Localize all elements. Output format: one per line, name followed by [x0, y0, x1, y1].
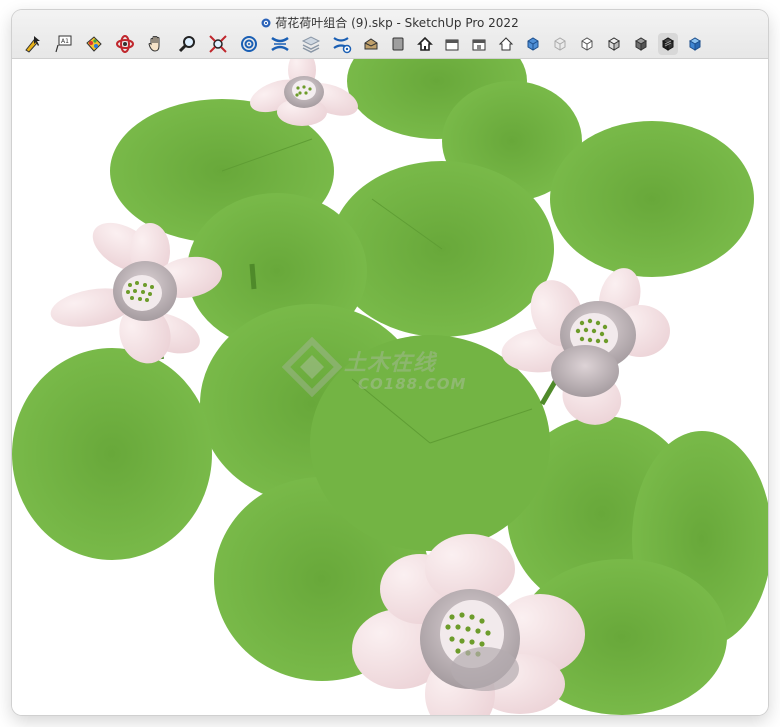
monochrome-style[interactable]: [658, 33, 678, 55]
hand-icon: [148, 36, 160, 52]
xray-cube-icon: [527, 37, 539, 51]
iso-view[interactable]: [361, 33, 381, 55]
hidden-line-cube-icon: [581, 37, 593, 51]
lily-pad: [550, 121, 754, 277]
back-view[interactable]: [469, 33, 489, 55]
watermark-logo-icon: [282, 337, 342, 397]
text-tool[interactable]: A1: [51, 33, 75, 55]
iso-house-icon: [364, 38, 378, 50]
section-settings-tool[interactable]: [330, 33, 354, 55]
paint-bucket-tool[interactable]: [82, 33, 106, 55]
top-view-icon: [392, 37, 404, 51]
layers-tool[interactable]: [299, 33, 323, 55]
skp-file-icon: [261, 18, 271, 28]
layers-icon: [301, 36, 321, 53]
watermark-subtext: CO188.COM: [358, 375, 467, 393]
paint-bucket-icon: [86, 36, 102, 52]
right-view[interactable]: [442, 33, 462, 55]
shaded-cube-icon: [608, 37, 620, 51]
title-bar: 荷花荷叶组合 (9).skp - SketchUp Pro 2022 A1: [12, 10, 768, 59]
walk-target-icon: [241, 36, 257, 52]
monochrome-cube-icon: [662, 37, 674, 51]
section-plane-tool[interactable]: [268, 33, 292, 55]
zoom-extents-tool[interactable]: [206, 33, 230, 55]
window-title: 荷花荷叶组合 (9).skp - SketchUp Pro 2022: [275, 16, 519, 30]
watermark-text: 土木在线: [344, 351, 437, 376]
lotus-stem: [249, 263, 257, 290]
text-label-icon: A1: [55, 35, 72, 53]
hidden-line-style[interactable]: [577, 33, 597, 55]
right-view-icon: [445, 39, 459, 51]
zoom-tool[interactable]: [175, 33, 199, 55]
shaded-textures-style[interactable]: [631, 33, 651, 55]
orbit-icon: [116, 35, 134, 53]
walk-tool[interactable]: [237, 33, 261, 55]
left-view[interactable]: [496, 33, 516, 55]
main-toolbar: A1: [20, 32, 712, 56]
front-view[interactable]: [415, 33, 435, 55]
orbit-tool[interactable]: [113, 33, 137, 55]
model-viewport[interactable]: 土木在线 CO188.COM: [12, 59, 768, 715]
lily-pad: [12, 348, 212, 560]
sketchup-window: 荷花荷叶组合 (9).skp - SketchUp Pro 2022 A1 土木…: [12, 10, 768, 715]
select-arrow-icon: [25, 36, 40, 53]
text-tool-label: A1: [61, 38, 69, 45]
section-plane-icon: [271, 36, 289, 52]
color-style[interactable]: [685, 33, 705, 55]
pan-tool[interactable]: [144, 33, 168, 55]
section-gear-icon: [333, 37, 352, 54]
back-view-icon: [472, 39, 486, 51]
wireframe-cube-icon: [554, 37, 566, 51]
watermark: 土木在线 CO188.COM: [282, 337, 522, 417]
zoom-extents-icon: [209, 35, 227, 53]
color-cube-icon: [689, 37, 701, 51]
wireframe-style[interactable]: [550, 33, 570, 55]
magnifier-icon: [178, 36, 195, 53]
shaded-textures-cube-icon: [635, 37, 647, 51]
top-view[interactable]: [388, 33, 408, 55]
xray-style[interactable]: [523, 33, 543, 55]
shaded-style[interactable]: [604, 33, 624, 55]
select-tool[interactable]: [20, 33, 44, 55]
front-view-icon: [417, 36, 433, 51]
window-title-area: 荷花荷叶组合 (9).skp - SketchUp Pro 2022: [12, 14, 768, 30]
left-view-icon: [498, 37, 514, 51]
